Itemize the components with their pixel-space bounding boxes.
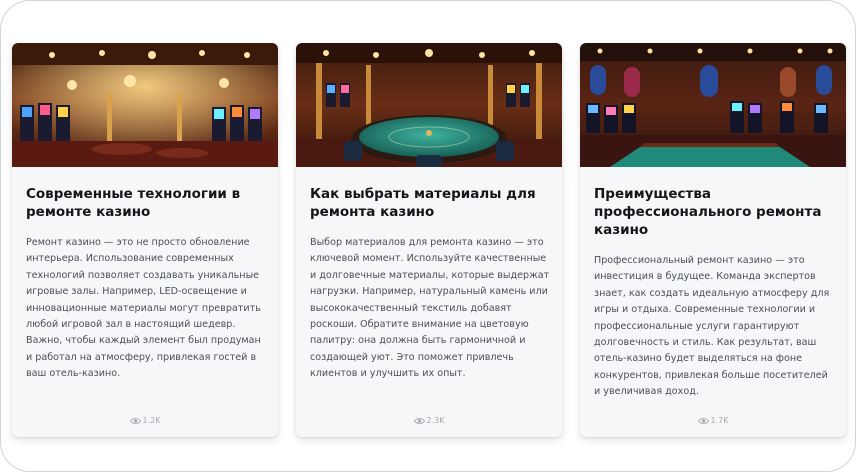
card-excerpt: Профессиональный ремонт казино — это инв… (594, 255, 830, 398)
casino-gaming-floor-image[interactable] (580, 43, 846, 167)
eye-icon (129, 417, 141, 425)
card-excerpt: Ремонт казино — это не просто обновление… (26, 237, 261, 380)
eye-icon (413, 417, 425, 425)
view-count: 1.2K (12, 415, 278, 428)
article-card[interactable]: Преимущества профессионального ремонта к… (580, 43, 846, 437)
card-excerpt: Выбор материалов для ремонта казино — эт… (310, 237, 550, 380)
card-title[interactable]: Современные технологии в ремонте казино (26, 185, 262, 221)
casino-poker-table-image[interactable] (296, 43, 562, 167)
view-count-value: 1.2K (142, 416, 161, 425)
view-count-value: 2.3K (426, 416, 445, 425)
card-title[interactable]: Преимущества профессионального ремонта к… (594, 185, 830, 239)
eye-icon (697, 417, 709, 425)
article-card-grid: Современные технологии в ремонте казино … (12, 43, 846, 437)
view-count: 1.7K (580, 415, 846, 428)
article-card[interactable]: Современные технологии в ремонте казино … (12, 43, 278, 437)
article-card[interactable]: Как выбрать материалы для ремонта казино… (296, 43, 562, 437)
view-count-value: 1.7K (710, 416, 729, 425)
casino-hall-slot-machines-image[interactable] (12, 43, 278, 167)
card-title[interactable]: Как выбрать материалы для ремонта казино (310, 185, 546, 221)
page-frame: Современные технологии в ремонте казино … (0, 0, 856, 472)
view-count: 2.3K (296, 415, 562, 428)
